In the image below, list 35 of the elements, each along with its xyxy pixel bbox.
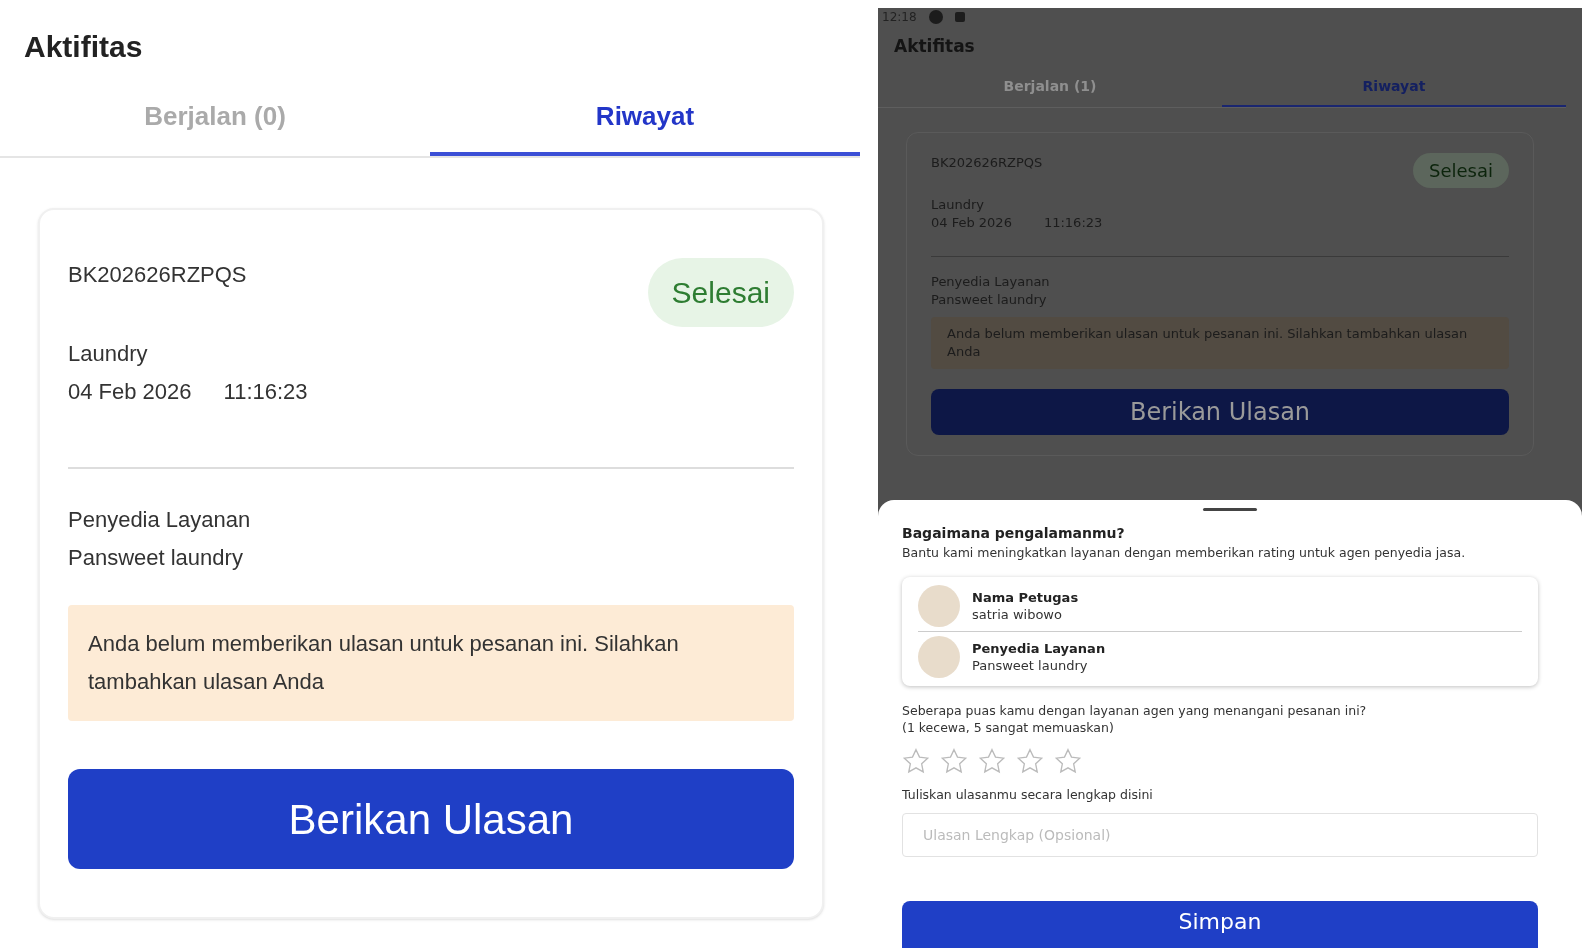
review-button[interactable]: Berikan Ulasan [931, 388, 1509, 435]
sheet-description: Bantu kami meningkatkan layanan dengan memberikan rating untuk agen penyedia jasa. [902, 543, 1467, 561]
status-icon [928, 10, 943, 24]
rating-scale: (1 kecewa, 5 sangat memuaskan) [902, 718, 1115, 736]
person-label: Penyedia Layanan [972, 639, 1106, 657]
star-icon[interactable] [1016, 747, 1044, 774]
review-button[interactable]: Berikan Ulasan [68, 769, 794, 869]
service-category: Laundry [68, 340, 148, 368]
page-title: Aktifitas [23, 29, 144, 65]
person-label: Nama Petugas [972, 588, 1079, 606]
tab[interactable]: Riwayat [430, 81, 860, 156]
status-badge: Selesai [1413, 152, 1509, 188]
drag-handle[interactable] [1203, 508, 1257, 511]
star-icon[interactable] [978, 747, 1006, 774]
page-title: Aktifitas [893, 35, 976, 58]
sheet-title: Bagaimana pengalamanmu? [902, 523, 1126, 543]
person-value: satria wibowo [972, 605, 1063, 623]
star-icon[interactable] [940, 747, 968, 774]
status-badge: Selesai [647, 258, 794, 327]
order-date: 04 Feb 2026 [68, 378, 192, 406]
provider-label: Penyedia Layanan [68, 506, 251, 534]
notification-icon [954, 12, 965, 22]
rating-question: Seberapa puas kamu dengan layanan agen yang menangani pesanan ini? [902, 701, 1368, 719]
provider-name: Pansweet laundry [68, 544, 243, 572]
save-button[interactable]: Simpan [902, 901, 1538, 948]
review-input[interactable]: Ulasan Lengkap (Opsional) [902, 812, 1538, 858]
star-icon[interactable] [1054, 747, 1082, 774]
star-icon[interactable] [902, 747, 930, 774]
avatar-placeholder [918, 584, 960, 627]
review-label: Tuliskan ulasanmu secara lengkap disini [902, 785, 1153, 804]
avatar-placeholder [918, 635, 960, 678]
person-value: Pansweet laundry [972, 656, 1089, 674]
order-id: BK202626RZPQS [68, 261, 247, 289]
order-time: 11:16:23 [223, 378, 308, 406]
review-notice: Anda belum memberikan ulasan untuk pesanan ini. Silahkan tambahkan ulasan Anda [68, 605, 794, 721]
